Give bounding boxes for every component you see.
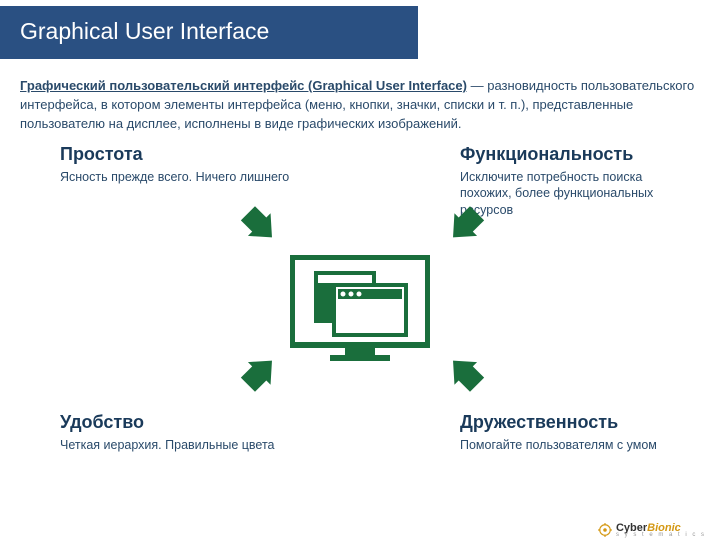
quadrant-functionality: Функциональность Исключите потребность п…: [460, 144, 690, 220]
arrow-down-right-icon: [235, 206, 275, 246]
definition-paragraph: Графический пользовательский интерфейс (…: [0, 59, 720, 144]
concept-grid: Простота Ясность прежде всего. Ничего ли…: [20, 144, 700, 474]
slide-title: Graphical User Interface: [0, 6, 418, 59]
quadrant-title: Функциональность: [460, 144, 690, 165]
quadrant-title: Дружественность: [460, 412, 690, 433]
quadrant-text: Исключите потребность поиска похожих, бо…: [460, 169, 690, 220]
quadrant-text: Ясность прежде всего. Ничего лишнего: [60, 169, 290, 186]
brand-subtitle: s y s t e m a t i c s: [616, 532, 706, 538]
quadrant-title: Удобство: [60, 412, 290, 433]
footer-brand: CyberBionic s y s t e m a t i c s: [598, 522, 706, 538]
quadrant-usability: Удобство Четкая иерархия. Правильные цве…: [60, 412, 290, 454]
quadrant-friendliness: Дружественность Помогайте пользователям …: [460, 412, 690, 454]
quadrant-simplicity: Простота Ясность прежде всего. Ничего ли…: [60, 144, 290, 186]
quadrant-text: Помогайте пользователям с умом: [460, 437, 690, 454]
definition-term: Графический пользовательский интерфейс (…: [20, 78, 467, 93]
monitor-illustration-icon: [290, 255, 430, 363]
arrow-down-left-icon: [450, 206, 490, 246]
quadrant-text: Четкая иерархия. Правильные цвета: [60, 437, 290, 454]
gear-icon: [598, 523, 612, 537]
arrow-up-left-icon: [450, 352, 490, 392]
quadrant-title: Простота: [60, 144, 290, 165]
arrow-up-right-icon: [235, 352, 275, 392]
